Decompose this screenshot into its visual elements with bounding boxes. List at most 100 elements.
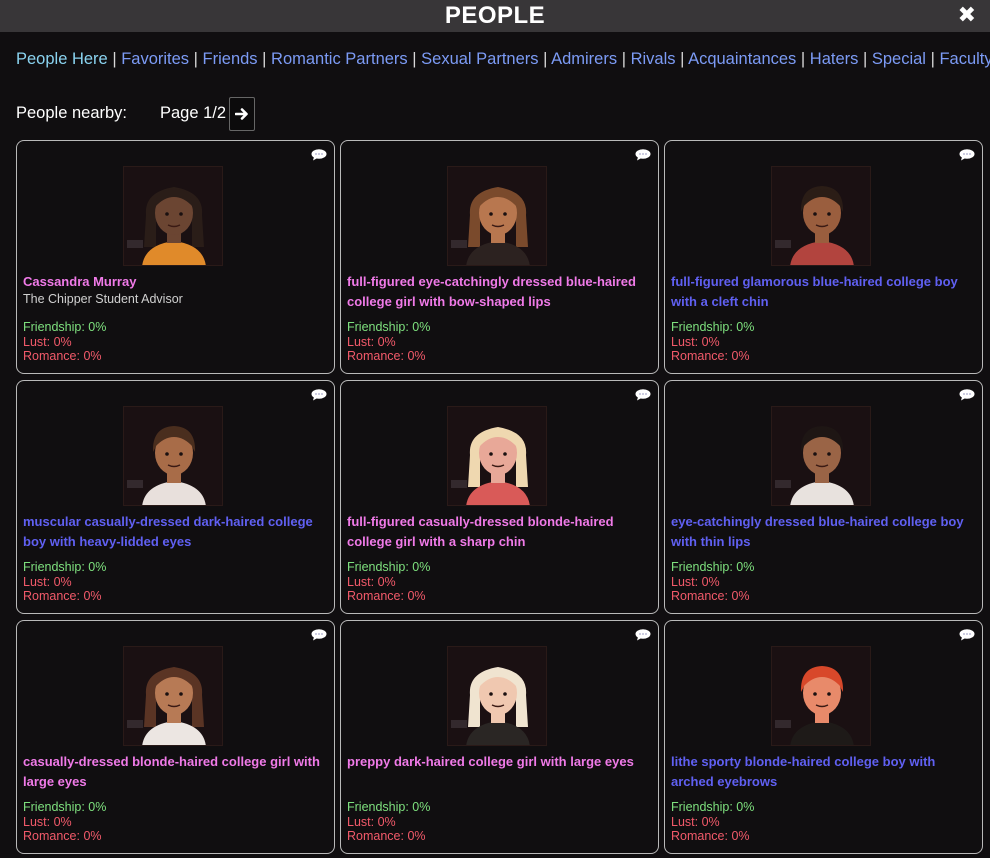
lust-stat: Lust: 0% bbox=[23, 814, 72, 829]
tab-people-here[interactable]: People Here bbox=[16, 50, 108, 68]
person-portrait[interactable] bbox=[771, 166, 871, 266]
tab-separator: | bbox=[107, 50, 122, 68]
next-page-button[interactable] bbox=[229, 97, 255, 131]
lust-stat: Lust: 0% bbox=[671, 574, 720, 589]
person-card[interactable]: casually-dressed blonde-haired college g… bbox=[16, 620, 335, 854]
chat-bubble-icon[interactable] bbox=[311, 388, 327, 406]
tab-separator: | bbox=[796, 50, 810, 68]
person-name[interactable]: full-figured casually-dressed blonde-hai… bbox=[347, 512, 647, 552]
arrow-right-icon bbox=[235, 108, 248, 120]
lust-stat: Lust: 0% bbox=[23, 334, 72, 349]
person-stats: Friendship: 0% Lust: 0% Romance: 0% bbox=[347, 320, 430, 364]
person-card[interactable]: full-figured casually-dressed blonde-hai… bbox=[340, 380, 659, 614]
person-stats: Friendship: 0% Lust: 0% Romance: 0% bbox=[23, 560, 106, 604]
tab-admirers[interactable]: Admirers bbox=[551, 50, 617, 68]
tab-separator: | bbox=[925, 50, 940, 68]
person-stats: Friendship: 0% Lust: 0% Romance: 0% bbox=[347, 560, 430, 604]
page-indicator: Page 1/2 bbox=[160, 104, 227, 122]
person-portrait[interactable] bbox=[771, 406, 871, 506]
person-card[interactable]: Cassandra Murray The Chipper Student Adv… bbox=[16, 140, 335, 374]
tab-separator: | bbox=[617, 50, 631, 68]
person-stats: Friendship: 0% Lust: 0% Romance: 0% bbox=[23, 320, 106, 364]
tab-favorites[interactable]: Favorites bbox=[121, 50, 189, 68]
tab-separator: | bbox=[538, 50, 552, 68]
tab-special[interactable]: Special bbox=[872, 50, 926, 68]
person-name[interactable]: eye-catchingly dressed blue-haired colle… bbox=[671, 512, 971, 552]
tab-friends[interactable]: Friends bbox=[203, 50, 258, 68]
tab-rivals[interactable]: Rivals bbox=[631, 50, 676, 68]
person-card[interactable]: full-figured glamorous blue-haired colle… bbox=[664, 140, 983, 374]
tab-faculty[interactable]: Faculty bbox=[939, 50, 990, 68]
friendship-stat: Friendship: 0% bbox=[671, 320, 755, 334]
friendship-stat: Friendship: 0% bbox=[347, 800, 431, 814]
lust-stat: Lust: 0% bbox=[347, 334, 396, 349]
lust-stat: Lust: 0% bbox=[23, 574, 72, 589]
person-stats: Friendship: 0% Lust: 0% Romance: 0% bbox=[23, 800, 106, 844]
tab-separator: | bbox=[257, 50, 272, 68]
person-portrait[interactable] bbox=[771, 646, 871, 746]
tab-separator: | bbox=[407, 50, 422, 68]
chat-bubble-icon[interactable] bbox=[311, 148, 327, 166]
chat-bubble-icon[interactable] bbox=[635, 148, 651, 166]
people-grid: Cassandra Murray The Chipper Student Adv… bbox=[16, 140, 984, 856]
person-stats: Friendship: 0% Lust: 0% Romance: 0% bbox=[347, 800, 430, 844]
person-name[interactable]: preppy dark-haired college girl with lar… bbox=[347, 752, 647, 772]
person-subtitle: The Chipper Student Advisor bbox=[23, 292, 183, 306]
person-portrait[interactable] bbox=[123, 646, 223, 746]
category-tabs: People Here | Favorites | Friends | Roma… bbox=[16, 50, 990, 69]
lust-stat: Lust: 0% bbox=[347, 574, 396, 589]
tab-sexual-partners[interactable]: Sexual Partners bbox=[421, 50, 538, 68]
friendship-stat: Friendship: 0% bbox=[23, 560, 107, 574]
tab-haters[interactable]: Haters bbox=[810, 50, 859, 68]
chat-bubble-icon[interactable] bbox=[959, 628, 975, 646]
tab-romantic-partners[interactable]: Romantic Partners bbox=[271, 50, 408, 68]
people-nearby-label: People nearby: bbox=[16, 104, 127, 122]
person-portrait[interactable] bbox=[123, 166, 223, 266]
person-portrait[interactable] bbox=[447, 646, 547, 746]
friendship-stat: Friendship: 0% bbox=[23, 800, 107, 814]
title-bar: PEOPLE ✖ bbox=[0, 0, 990, 32]
friendship-stat: Friendship: 0% bbox=[23, 320, 107, 334]
romance-stat: Romance: 0% bbox=[23, 829, 102, 843]
chat-bubble-icon[interactable] bbox=[959, 148, 975, 166]
tab-separator: | bbox=[858, 50, 872, 68]
person-name[interactable]: full-figured glamorous blue-haired colle… bbox=[671, 272, 971, 312]
romance-stat: Romance: 0% bbox=[671, 589, 750, 603]
lust-stat: Lust: 0% bbox=[671, 814, 720, 829]
lust-stat: Lust: 0% bbox=[671, 334, 720, 349]
friendship-stat: Friendship: 0% bbox=[347, 320, 431, 334]
person-card[interactable]: muscular casually-dressed dark-haired co… bbox=[16, 380, 335, 614]
friendship-stat: Friendship: 0% bbox=[347, 560, 431, 574]
person-portrait[interactable] bbox=[447, 406, 547, 506]
chat-bubble-icon[interactable] bbox=[311, 628, 327, 646]
person-portrait[interactable] bbox=[123, 406, 223, 506]
person-card[interactable]: lithe sporty blonde-haired college boy w… bbox=[664, 620, 983, 854]
friendship-stat: Friendship: 0% bbox=[671, 800, 755, 814]
lust-stat: Lust: 0% bbox=[347, 814, 396, 829]
person-card[interactable]: full-figured eye-catchingly dressed blue… bbox=[340, 140, 659, 374]
chat-bubble-icon[interactable] bbox=[959, 388, 975, 406]
romance-stat: Romance: 0% bbox=[671, 349, 750, 363]
tab-acquaintances[interactable]: Acquaintances bbox=[688, 50, 796, 68]
person-name[interactable]: full-figured eye-catchingly dressed blue… bbox=[347, 272, 647, 312]
person-card[interactable]: preppy dark-haired college girl with lar… bbox=[340, 620, 659, 854]
person-stats: Friendship: 0% Lust: 0% Romance: 0% bbox=[671, 320, 754, 364]
friendship-stat: Friendship: 0% bbox=[671, 560, 755, 574]
romance-stat: Romance: 0% bbox=[671, 829, 750, 843]
person-card[interactable]: eye-catchingly dressed blue-haired colle… bbox=[664, 380, 983, 614]
tab-separator: | bbox=[189, 50, 203, 68]
person-name[interactable]: casually-dressed blonde-haired college g… bbox=[23, 752, 323, 792]
tab-separator: | bbox=[675, 50, 689, 68]
romance-stat: Romance: 0% bbox=[23, 349, 102, 363]
person-name[interactable]: Cassandra Murray bbox=[23, 272, 323, 292]
person-name[interactable]: muscular casually-dressed dark-haired co… bbox=[23, 512, 323, 552]
person-portrait[interactable] bbox=[447, 166, 547, 266]
chat-bubble-icon[interactable] bbox=[635, 388, 651, 406]
close-icon[interactable]: ✖ bbox=[958, 2, 976, 28]
romance-stat: Romance: 0% bbox=[347, 829, 426, 843]
romance-stat: Romance: 0% bbox=[23, 589, 102, 603]
chat-bubble-icon[interactable] bbox=[635, 628, 651, 646]
person-name[interactable]: lithe sporty blonde-haired college boy w… bbox=[671, 752, 971, 792]
window-title: PEOPLE bbox=[444, 2, 546, 29]
romance-stat: Romance: 0% bbox=[347, 349, 426, 363]
